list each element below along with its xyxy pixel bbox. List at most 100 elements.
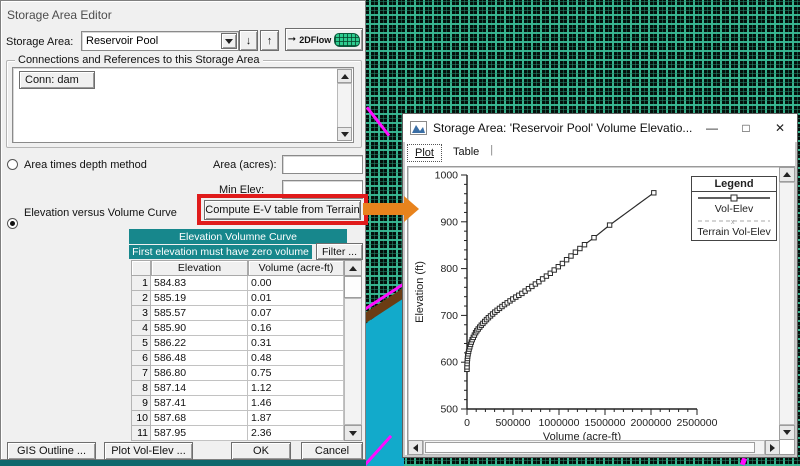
convert-2dflow-button[interactable]: ➞ 2DFlow — [285, 28, 363, 51]
ok-label: OK — [253, 445, 269, 457]
2d-mesh-icon — [334, 32, 361, 47]
elev-volume-radio[interactable] — [7, 218, 18, 229]
table-scroll-up-button[interactable] — [344, 260, 362, 276]
plot-vscroll-down-button[interactable] — [779, 425, 795, 440]
storage-area-dropdown[interactable]: Reservoir Pool — [81, 31, 239, 51]
tab-divider: | — [490, 144, 494, 156]
volume-cell[interactable]: 0.01 — [248, 291, 344, 306]
elevation-cell[interactable]: 585.90 — [151, 321, 248, 336]
svg-text:900: 900 — [440, 216, 458, 228]
scroll-up-icon — [783, 172, 791, 177]
cancel-button[interactable]: Cancel — [301, 442, 363, 460]
curve-header-bar: Elevation Volumne Curve — [129, 229, 347, 244]
svg-text:600: 600 — [440, 357, 458, 369]
row-number: 1 — [131, 276, 151, 291]
compute-ev-table-button[interactable]: Compute E-V table from Terrain — [204, 200, 361, 220]
tab-plot[interactable]: Plot — [407, 144, 442, 162]
map-boundary-line-2 — [365, 106, 391, 137]
elevation-cell[interactable]: 586.48 — [151, 351, 248, 366]
plot-hscroll-right-button[interactable] — [765, 440, 780, 455]
prev-storage-area-button[interactable]: ↓ — [239, 30, 258, 51]
svg-text:500000: 500000 — [495, 417, 530, 429]
volume-cell[interactable]: 1.12 — [248, 381, 344, 396]
close-button[interactable]: ✕ — [763, 118, 797, 138]
table-row[interactable]: 11 587.95 2.36 — [131, 426, 344, 441]
volume-cell[interactable]: 0.31 — [248, 336, 344, 351]
volume-cell[interactable]: 0.07 — [248, 306, 344, 321]
elev-volume-radio-label: Elevation versus Volume Curve — [24, 207, 177, 219]
elevation-cell[interactable]: 585.19 — [151, 291, 248, 306]
table-row[interactable]: 1 584.83 0.00 — [131, 276, 344, 291]
table-row[interactable]: 6 586.48 0.48 — [131, 351, 344, 366]
table-row[interactable]: 9 587.41 1.46 — [131, 396, 344, 411]
volume-cell[interactable]: 1.87 — [248, 411, 344, 426]
svg-text:2500000: 2500000 — [677, 417, 718, 429]
map-dark-teal-strip — [0, 459, 366, 466]
plot-vscroll-up-button[interactable] — [779, 167, 795, 182]
volume-cell[interactable]: 0.75 — [248, 366, 344, 381]
elevation-cell[interactable]: 585.57 — [151, 306, 248, 321]
area-acres-input[interactable] — [282, 155, 363, 174]
gis-outline-label: GIS Outline ... — [16, 445, 87, 457]
close-icon: ✕ — [774, 121, 786, 135]
table-row[interactable]: 2 585.19 0.01 — [131, 291, 344, 306]
gis-outline-button[interactable]: GIS Outline ... — [7, 442, 96, 460]
svg-text:500: 500 — [440, 404, 458, 416]
volume-cell[interactable]: 2.36 — [248, 426, 344, 441]
volume-cell[interactable]: 1.46 — [248, 396, 344, 411]
plot-hscrollbar[interactable] — [423, 440, 765, 455]
table-row[interactable]: 8 587.14 1.12 — [131, 381, 344, 396]
table-row[interactable]: 7 586.80 0.75 — [131, 366, 344, 381]
elevation-cell[interactable]: 587.68 — [151, 411, 248, 426]
maximize-button[interactable]: □ — [729, 118, 763, 138]
table-scrollbar-thumb[interactable] — [344, 276, 362, 298]
table-row[interactable]: 3 585.57 0.07 — [131, 306, 344, 321]
table-scrollbar[interactable] — [344, 298, 362, 425]
plot-hscrollbar-thumb[interactable] — [425, 442, 755, 453]
plot-hscroll-left-button[interactable] — [408, 440, 423, 455]
filter-button[interactable]: Filter ... — [316, 243, 363, 260]
plot-window-title: Storage Area: 'Reservoir Pool' Volume El… — [433, 121, 693, 135]
elevation-cell[interactable]: 586.22 — [151, 336, 248, 351]
callout-arrow — [363, 203, 405, 215]
connections-group-label: Connections and References to this Stora… — [15, 54, 263, 66]
list-scrollbar[interactable] — [337, 83, 352, 129]
plot-app-icon — [410, 121, 427, 135]
table-row[interactable]: 4 585.90 0.16 — [131, 321, 344, 336]
tab-table[interactable]: Table — [446, 144, 486, 162]
connection-dam-button[interactable]: Conn: dam — [19, 71, 95, 89]
area-depth-radio[interactable] — [7, 159, 18, 170]
volume-cell[interactable]: 0.48 — [248, 351, 344, 366]
table-scroll-down-button[interactable] — [344, 425, 362, 441]
list-scroll-down-button[interactable] — [337, 127, 352, 141]
row-number: 7 — [131, 366, 151, 381]
elevation-cell[interactable]: 587.95 — [151, 426, 248, 441]
elevation-cell[interactable]: 584.83 — [151, 276, 248, 291]
chevron-down-icon — [225, 38, 233, 44]
storage-area-label: Storage Area: — [6, 36, 74, 48]
svg-text:Elevation (ft): Elevation (ft) — [414, 261, 426, 323]
next-storage-area-button[interactable]: ↑ — [260, 30, 279, 51]
plot-tabbar: Plot Table | — [407, 144, 493, 162]
ok-button[interactable]: OK — [231, 442, 291, 460]
elevation-cell[interactable]: 587.14 — [151, 381, 248, 396]
table-row[interactable]: 10 587.68 1.87 — [131, 411, 344, 426]
svg-text:x: x — [731, 219, 735, 226]
list-scroll-up-button[interactable] — [337, 69, 352, 83]
dropdown-button[interactable] — [221, 33, 237, 49]
volume-cell[interactable]: 0.00 — [248, 276, 344, 291]
elevation-cell[interactable]: 586.80 — [151, 366, 248, 381]
plot-vol-elev-button[interactable]: Plot Vol-Elev ... — [104, 442, 193, 460]
volume-cell[interactable]: 0.16 — [248, 321, 344, 336]
table-row[interactable]: 5 586.22 0.31 — [131, 336, 344, 351]
volume-elevation-plot-window: Storage Area: 'Reservoir Pool' Volume El… — [402, 113, 798, 458]
elevation-cell[interactable]: 587.41 — [151, 396, 248, 411]
arrow-down-icon: ↓ — [245, 34, 252, 47]
curve-note-label: First elevation must have zero volume — [132, 246, 309, 258]
plot-window-titlebar[interactable]: Storage Area: 'Reservoir Pool' Volume El… — [403, 114, 797, 142]
area-depth-radio-label: Area times depth method — [24, 159, 147, 171]
plot-vscrollbar[interactable] — [779, 182, 795, 425]
minimize-button[interactable]: — — [695, 118, 729, 138]
svg-text:1000000: 1000000 — [539, 417, 580, 429]
volume-column-header: Volume (acre-ft) — [248, 260, 344, 276]
